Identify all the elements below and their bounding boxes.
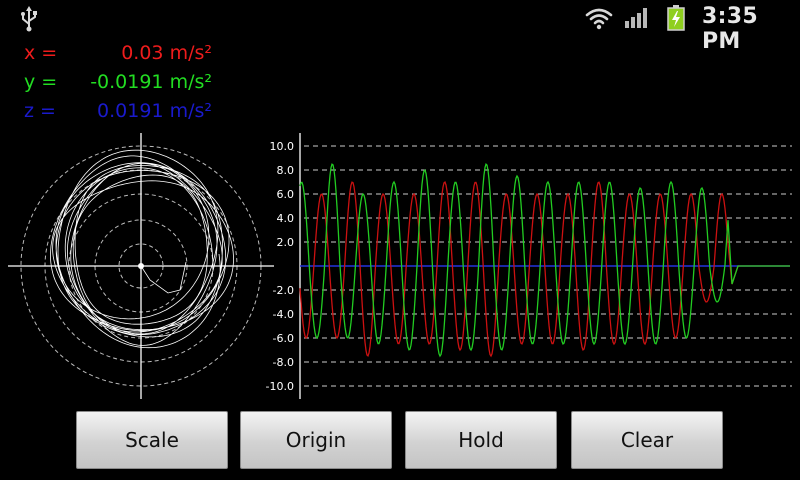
y-tick-label: 8.0 bbox=[277, 164, 295, 177]
y-label: y = bbox=[24, 71, 58, 93]
y-tick-label: -2.0 bbox=[273, 284, 294, 297]
y-tick-label: -8.0 bbox=[273, 356, 294, 369]
y-tick-label: 10.0 bbox=[270, 140, 295, 153]
orbit-origin-dot bbox=[138, 263, 144, 269]
y-tick-label: 2.0 bbox=[277, 236, 295, 249]
scale-button[interactable]: Scale bbox=[76, 411, 228, 469]
y-tick-label: 4.0 bbox=[277, 212, 295, 225]
y-value: -0.0191 m/s² bbox=[90, 71, 212, 93]
wifi-icon bbox=[585, 8, 613, 30]
xy-orbit-plot bbox=[8, 133, 274, 399]
series-x-line bbox=[299, 181, 790, 358]
x-value: 0.03 m/s² bbox=[121, 42, 212, 64]
battery-charging-icon bbox=[667, 5, 685, 31]
z-label: z = bbox=[24, 100, 56, 122]
orbit-trace bbox=[50, 149, 234, 349]
orbit-trace-path bbox=[50, 149, 234, 349]
origin-button[interactable]: Origin bbox=[240, 411, 392, 469]
signal-icon bbox=[625, 8, 647, 28]
usb-icon bbox=[21, 6, 37, 32]
z-value: 0.0191 m/s² bbox=[97, 100, 212, 122]
y-tick-label: 6.0 bbox=[277, 188, 295, 201]
y-tick-label: -10.0 bbox=[266, 380, 294, 393]
y-reading: y = -0.0191 m/s² bbox=[24, 71, 212, 93]
hold-button[interactable]: Hold bbox=[405, 411, 557, 469]
x-reading: x = 0.03 m/s² bbox=[24, 42, 212, 64]
clock: 3:35 PM bbox=[702, 4, 758, 54]
z-reading: z = 0.0191 m/s² bbox=[24, 100, 212, 122]
clear-button[interactable]: Clear bbox=[571, 411, 723, 469]
x-label: x = bbox=[24, 42, 58, 64]
wave-tick-labels: 10.0 8.0 6.0 4.0 2.0 -2.0 -4.0 -6.0 -8.0 -10.0 bbox=[266, 140, 294, 393]
waveform-chart: 10.0 8.0 6.0 4.0 2.0 -2.0 -4.0 -6.0 -8.0 -10.0 bbox=[266, 133, 792, 399]
y-tick-label: -6.0 bbox=[273, 332, 294, 345]
status-bar: 3:35 PM bbox=[0, 0, 800, 54]
y-tick-label: -4.0 bbox=[273, 308, 294, 321]
wave-series bbox=[299, 163, 790, 358]
